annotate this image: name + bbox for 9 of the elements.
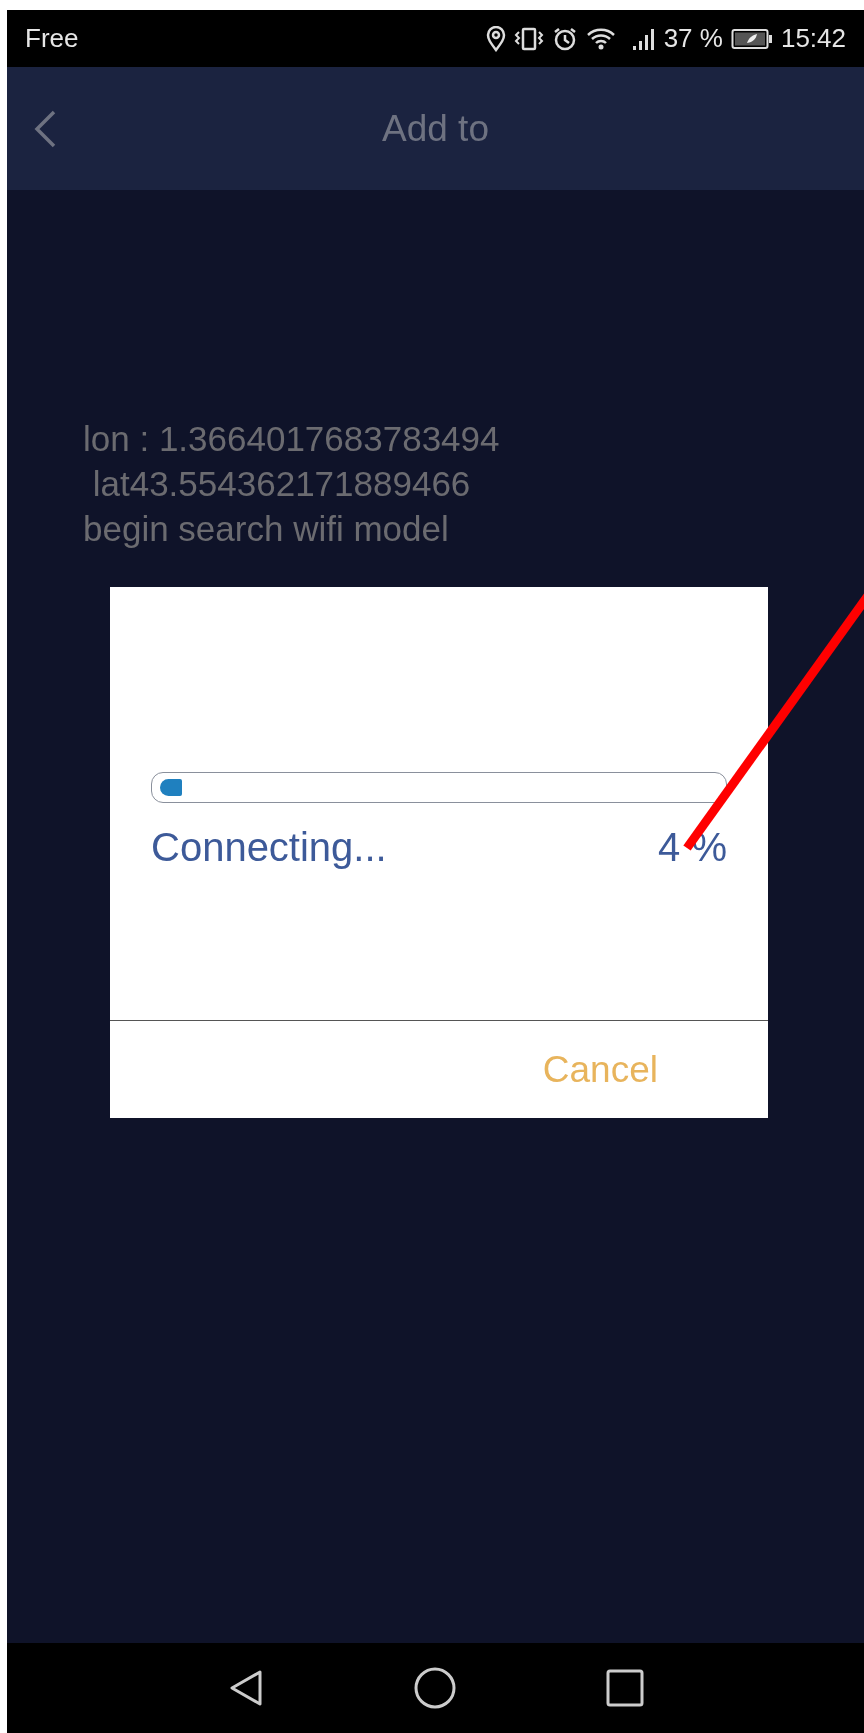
status-text: Connecting... bbox=[151, 825, 387, 870]
log-line: lon : 1.3664017683783494 bbox=[83, 418, 501, 460]
cancel-button[interactable]: Cancel bbox=[532, 1042, 668, 1097]
page-title: Add to bbox=[382, 107, 489, 150]
log-line: lat43.554362171889466 bbox=[91, 463, 472, 505]
clock: 15:42 bbox=[780, 23, 846, 54]
battery-percent: 37 % bbox=[663, 23, 723, 54]
carrier-label: Free bbox=[25, 23, 79, 54]
log-line: begin search wifi model bbox=[83, 508, 450, 550]
